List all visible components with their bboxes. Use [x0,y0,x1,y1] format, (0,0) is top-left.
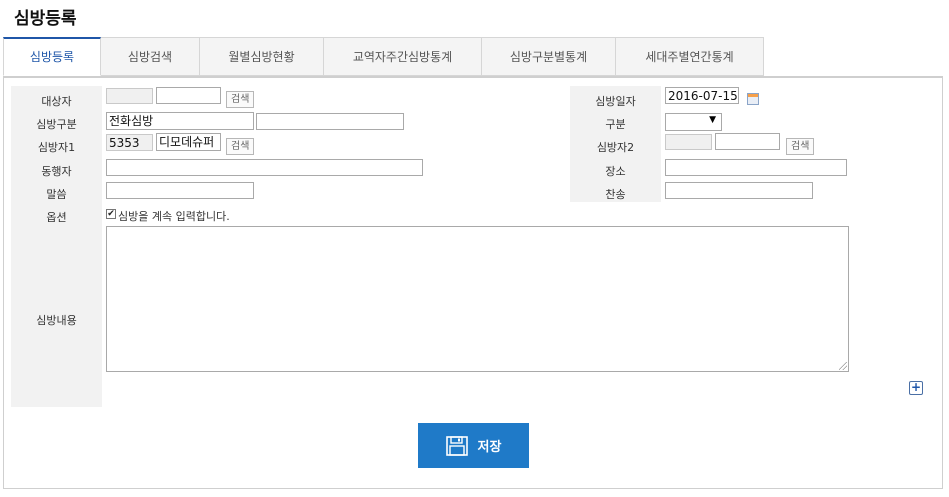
tab-visit-type-stats[interactable]: 심방구분별통계 [482,37,616,76]
tab-weekly-pastor-stats[interactable]: 교역자주간심방통계 [324,37,482,76]
save-button-label: 저장 [477,440,502,455]
visitor2-search-button[interactable]: 검색 [786,138,815,155]
tab-visit-register[interactable]: 심방등록 [3,37,101,76]
visit-type-field[interactable]: 전화심방 [106,112,254,130]
target-search-button[interactable]: 검색 [226,91,255,108]
tab-monthly-visit-status[interactable]: 월별심방현황 [200,37,324,76]
form-panel: 대상자 검색 심방구분 전화심방 심방자1 5353 디모데슈퍼 검색 동행자 … [3,76,943,489]
option-label: 옵션 [46,211,67,224]
tab-household-annual-stats[interactable]: 세대주별연간통계 [616,37,764,76]
target-name-field[interactable] [156,87,221,104]
page-title: 심방등록 [14,9,77,29]
visit-type-detail-field[interactable] [256,113,404,130]
target-code-field[interactable] [106,88,153,104]
save-button[interactable]: 저장 [418,423,529,468]
division-select[interactable]: ▼ [665,113,722,131]
target-label: 대상자 [41,95,72,108]
visit-date-label: 심방일자 [595,95,636,108]
visitor2-code-field[interactable] [665,134,712,150]
companion-field[interactable] [106,159,423,176]
continue-entry-checkbox[interactable]: ✔ [106,209,116,219]
visitor2-label: 심방자2 [596,141,635,154]
floppy-disk-icon [445,435,468,456]
visit-type-label: 심방구분 [36,118,77,131]
tab-bar: 심방등록 심방검색 월별심방현황 교역자주간심방통계 심방구분별통계 세대주별연… [3,37,764,76]
scripture-label: 말씀 [46,188,67,201]
plus-icon[interactable]: + [909,381,923,395]
continue-entry-text: 심방을 계속 입력합니다. [118,210,230,223]
place-field[interactable] [665,159,847,176]
chevron-down-icon: ▼ [709,115,716,125]
calendar-icon[interactable] [747,93,759,105]
left-label-column [11,86,102,407]
visitor1-name-field[interactable]: 디모데슈퍼 [156,133,221,151]
hymn-label: 찬송 [605,188,626,201]
visitor1-label: 심방자1 [37,141,76,154]
hymn-field[interactable] [665,182,813,199]
resize-grip-icon[interactable] [839,362,847,370]
visitor2-name-field[interactable] [715,133,780,150]
place-label: 장소 [605,165,626,178]
companion-label: 동행자 [41,165,72,178]
visitor1-search-button[interactable]: 검색 [226,138,255,155]
scripture-field[interactable] [106,182,254,199]
visit-content-textarea[interactable] [106,226,849,372]
visit-date-field[interactable]: 2016-07-15 [665,87,739,104]
content-label: 심방내용 [36,314,77,327]
visitor1-code-field[interactable]: 5353 [106,134,153,151]
tab-visit-search[interactable]: 심방검색 [101,37,200,76]
division-label: 구분 [605,118,626,131]
